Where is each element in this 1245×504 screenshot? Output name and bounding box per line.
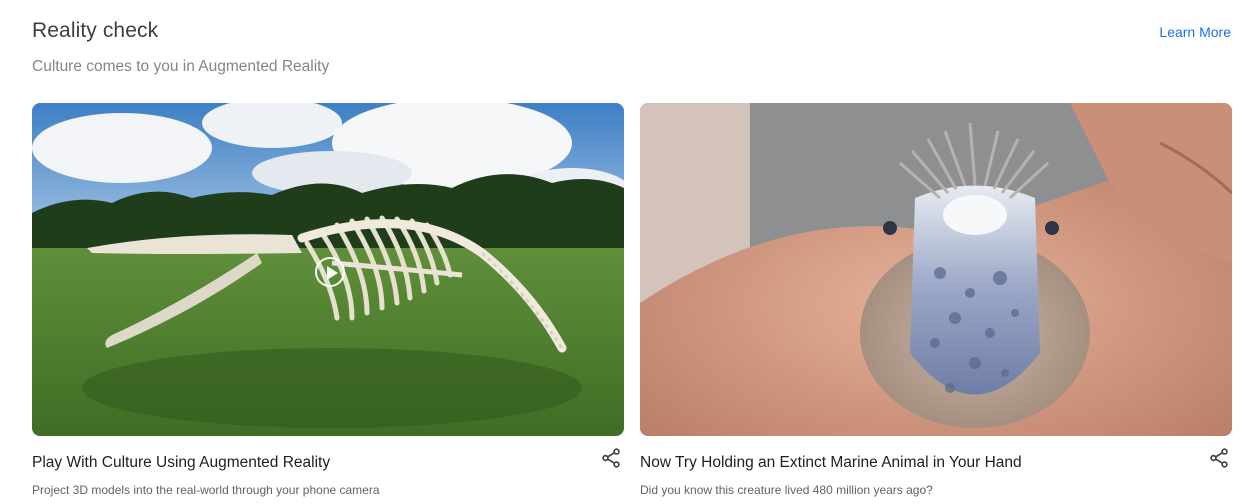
learn-more-link[interactable]: Learn More xyxy=(1159,24,1231,40)
share-icon[interactable] xyxy=(600,447,622,469)
share-icon[interactable] xyxy=(1208,447,1230,469)
card-extinct-animal: Now Try Holding an Extinct Marine Animal… xyxy=(640,103,1232,497)
extinct-animal-image xyxy=(640,103,1232,436)
reality-check-section: Reality check Culture comes to you in Au… xyxy=(0,0,1245,504)
card-image-whale[interactable] xyxy=(32,103,624,436)
section-title: Reality check xyxy=(32,19,159,42)
card-description: Project 3D models into the real-world th… xyxy=(32,483,380,497)
card-title[interactable]: Play With Culture Using Augmented Realit… xyxy=(32,454,330,472)
card-ar-play: Play With Culture Using Augmented Realit… xyxy=(32,103,624,497)
card-description: Did you know this creature lived 480 mil… xyxy=(640,483,933,497)
section-subtitle: Culture comes to you in Augmented Realit… xyxy=(32,58,330,75)
card-title[interactable]: Now Try Holding an Extinct Marine Animal… xyxy=(640,454,1022,472)
play-icon[interactable] xyxy=(315,257,345,287)
card-image-extinct-animal[interactable] xyxy=(640,103,1232,436)
